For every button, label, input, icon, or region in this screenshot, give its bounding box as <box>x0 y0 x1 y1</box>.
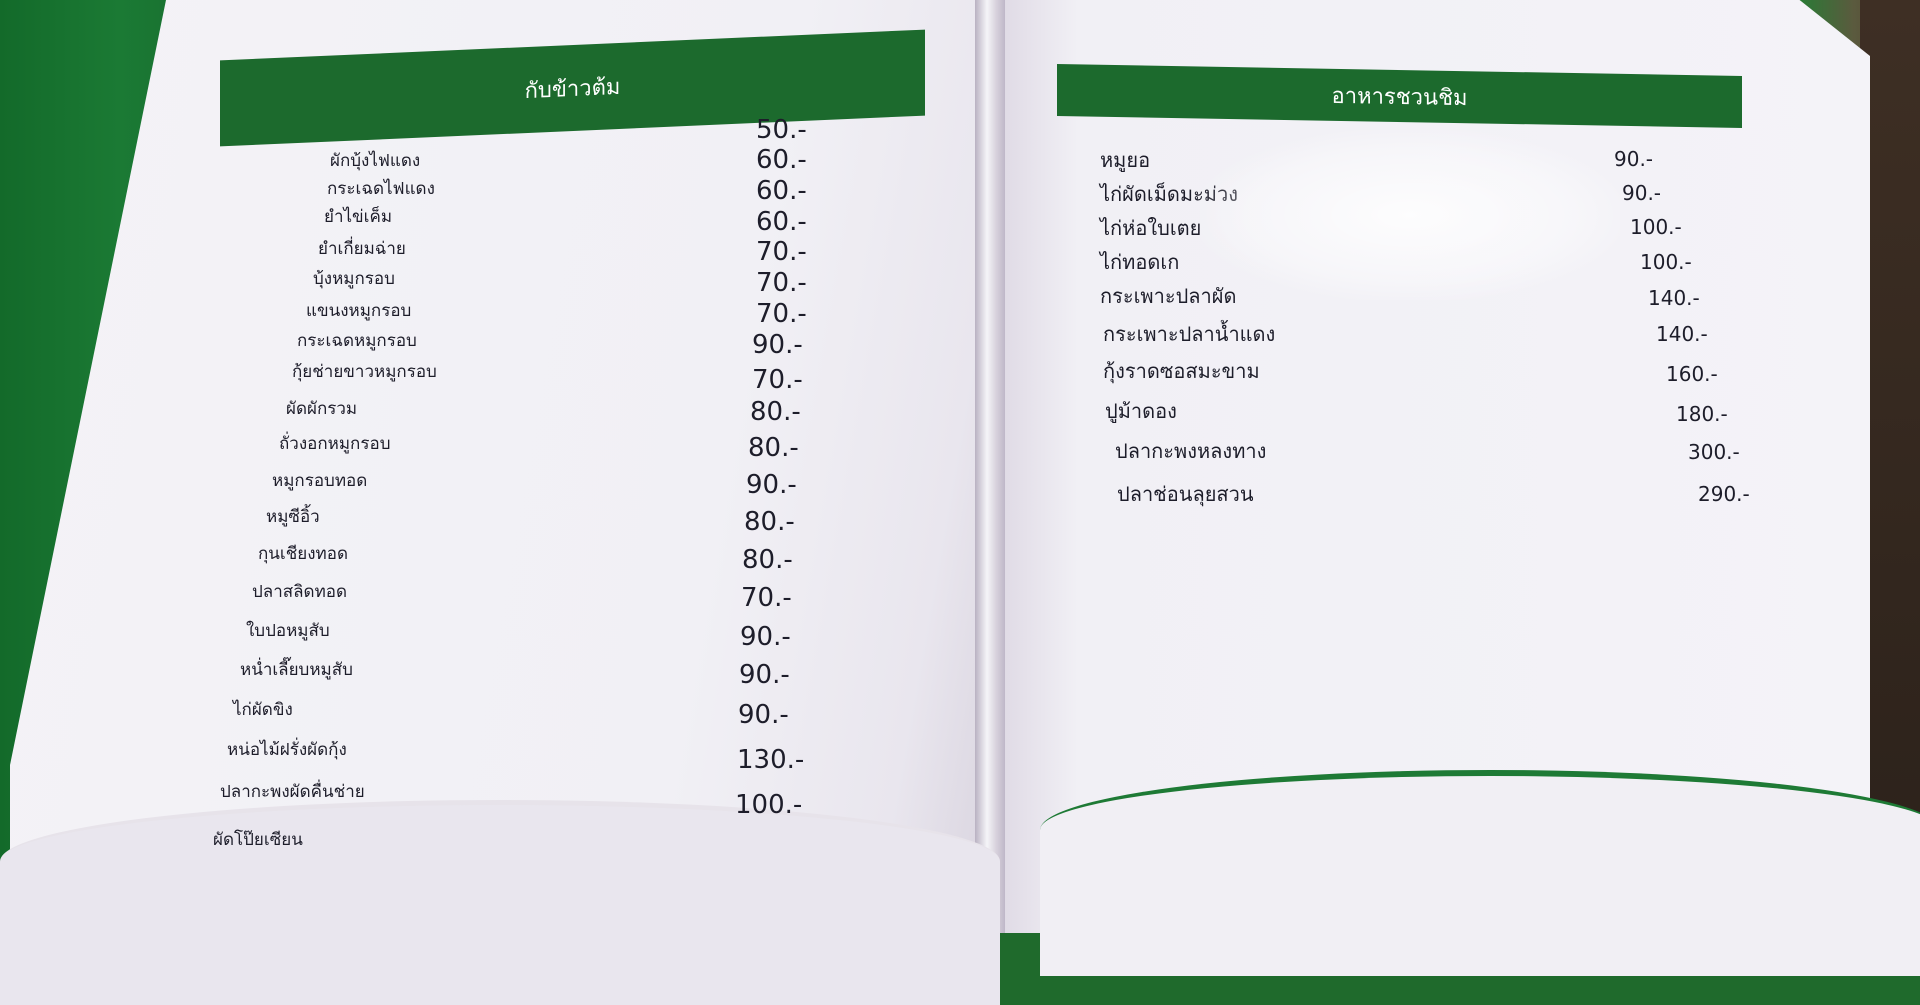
page-curve-left <box>0 800 1000 1005</box>
menu-item-name: บุ้งหมูกรอบ <box>313 269 395 289</box>
menu-item-price: 100.- <box>735 790 803 820</box>
menu-item-price: 70.- <box>741 583 792 613</box>
menu-item-price: 140.- <box>1648 286 1700 310</box>
menu-item-price: 70.- <box>756 299 807 329</box>
menu-item-price: 90.- <box>752 330 803 360</box>
menu-item-price: 70.- <box>756 268 807 298</box>
menu-item-name: หมูยอ <box>1100 148 1151 172</box>
menu-item-price: 100.- <box>1630 215 1682 239</box>
menu-item-name: กุ้ยช่ายขาวหมูกรอบ <box>292 362 437 382</box>
menu-item-name: ผัดผักรวม <box>286 399 358 419</box>
menu-item-name: กุ้งราดซอสมะขาม <box>1103 359 1260 383</box>
menu-item-name: หน่ำเลี๊ยบหมูสับ <box>240 660 353 680</box>
menu-spine <box>975 0 1005 933</box>
menu-item-name: ไก่ผัดเม็ดมะม่วง <box>1100 182 1238 206</box>
menu-item-name: ใบปอหมูสับ <box>246 621 330 641</box>
menu-item-price: 70.- <box>752 365 803 395</box>
menu-item-price: 90.- <box>1622 181 1662 205</box>
menu-item-price: 90.- <box>746 470 797 500</box>
menu-item-price: 50.- <box>756 115 807 145</box>
menu-item-name: หมูซีอิ้ว <box>266 507 320 527</box>
menu-item-price: 90.- <box>739 660 790 690</box>
menu-item-price: 70.- <box>756 237 807 267</box>
menu-item-price: 60.- <box>756 145 807 175</box>
menu-item-price: 180.- <box>1676 402 1728 426</box>
menu-item-price: 130.- <box>737 745 805 775</box>
menu-item-price: 60.- <box>756 207 807 237</box>
menu-item-price: 60.- <box>756 176 807 206</box>
menu-item-name: กุนเชียงทอด <box>258 544 348 564</box>
menu-item-name: ปูม้าดอง <box>1105 399 1177 423</box>
menu-item-name: ปลาสลิดทอด <box>252 582 348 602</box>
menu-item-price: 80.- <box>750 397 801 427</box>
menu-item-name: หมูกรอบทอด <box>272 471 368 491</box>
menu-item-price: 90.- <box>1614 147 1654 171</box>
menu-item-name: กระเฉดไฟแดง <box>327 179 435 199</box>
menu-item-price: 90.- <box>740 622 791 652</box>
menu-item-price: 80.- <box>748 433 799 463</box>
menu-item-name: หน่อไม้ฝรั่งผัดกุ้ง <box>227 740 347 760</box>
menu-item-name: ยำไข่เค็ม <box>324 207 393 227</box>
menu-item-name: ผักบุ้งไฟแดง <box>330 151 421 171</box>
menu-item-price: 290.- <box>1698 482 1750 506</box>
menu-item-price: 300.- <box>1688 440 1740 464</box>
menu-item-name: ปลากะพงหลงทาง <box>1115 439 1267 463</box>
menu-item-name: ไก่ทอดเก <box>1100 250 1180 274</box>
menu-item-name: ไก่ผัดขิง <box>233 700 293 720</box>
section-title-left: กับข้าวต้ม <box>524 74 621 104</box>
menu-item-price: 100.- <box>1640 250 1692 274</box>
menu-item-price: 160.- <box>1666 362 1718 386</box>
menu-item-price: 80.- <box>744 507 795 537</box>
menu-item-price: 140.- <box>1656 322 1708 346</box>
menu-item-name: กระเพาะปลาน้ำแดง <box>1103 322 1276 346</box>
menu-item-name: ยำเกี่ยมฉ่าย <box>318 239 406 259</box>
menu-item-name: ปลาช่อนลุยสวน <box>1117 482 1254 506</box>
menu-item-name: ไก่ห่อใบเตย <box>1100 216 1202 240</box>
menu-page-left <box>10 0 985 933</box>
menu-item-name: กระเฉดหมูกรอบ <box>297 331 417 351</box>
menu-item-name: ปลากะพงผัดคื่นช่าย <box>220 782 365 802</box>
menu-item-name: กระเพาะปลาผัด <box>1100 284 1237 308</box>
menu-item-price: 80.- <box>742 545 793 575</box>
menu-item-name: ถั่วงอกหมูกรอบ <box>279 434 391 454</box>
page-curve-right <box>1040 770 1920 976</box>
menu-item-name: ผัดโป๊ยเซียน <box>213 830 303 850</box>
menu-item-name: แขนงหมูกรอบ <box>306 301 412 321</box>
section-title-right: อาหารชวนชิม <box>1331 83 1468 111</box>
menu-item-price: 90.- <box>738 700 789 730</box>
